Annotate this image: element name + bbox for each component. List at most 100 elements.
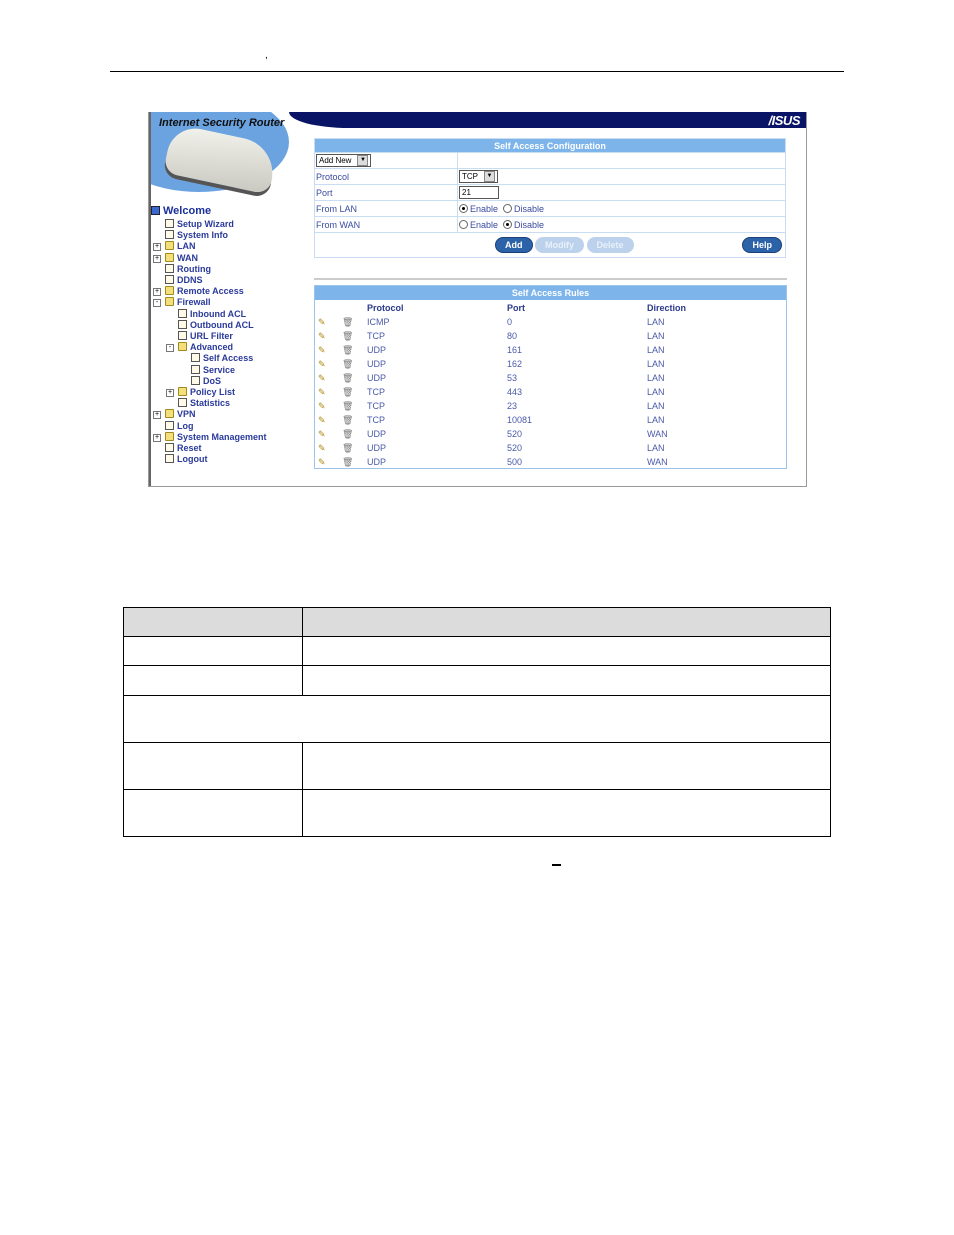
rule-direction: LAN [647, 443, 665, 453]
page-icon [165, 230, 174, 240]
add-button[interactable]: Add [495, 237, 533, 253]
sidebar-item-label: VPN [177, 409, 196, 420]
sidebar-item-label: Reset [177, 443, 202, 453]
page-icon [191, 364, 200, 374]
sidebar-item-policy-list[interactable]: Policy List [178, 387, 235, 398]
sidebar-item-setup-wizard[interactable]: Setup Wizard [165, 219, 234, 230]
trash-icon[interactable]: 🗑 [342, 443, 353, 454]
sidebar-item-lan[interactable]: LAN [165, 241, 196, 252]
mode-select-value: Add New [319, 156, 352, 165]
disable-label: Disable [514, 219, 545, 230]
sidebar-item-statistics[interactable]: Statistics [178, 398, 230, 409]
from-lan-enable-radio[interactable] [459, 203, 468, 213]
top-banner: /ISUS [289, 112, 806, 128]
delete-button[interactable]: Delete [586, 237, 634, 253]
pencil-icon[interactable]: ✎ [318, 443, 326, 454]
trash-icon[interactable]: 🗑 [342, 373, 353, 384]
rule-protocol: UDP [367, 345, 387, 355]
pencil-icon[interactable]: ✎ [318, 345, 326, 356]
rule-direction: LAN [647, 373, 665, 383]
page-icon [165, 219, 174, 228]
enable-label: Enable [470, 203, 499, 214]
document-page: , Internet Security Router /ISUS Welcome… [0, 0, 954, 1235]
port-input[interactable]: 21 [459, 186, 499, 199]
expand-icon[interactable]: + [153, 243, 161, 252]
modify-button[interactable]: Modify [535, 237, 585, 253]
sidebar-item-welcome[interactable]: Welcome [151, 206, 211, 217]
pencil-icon[interactable]: ✎ [318, 401, 326, 412]
table-cell [123, 742, 303, 790]
pencil-icon[interactable]: ✎ [318, 373, 326, 384]
sidebar-item-firewall[interactable]: Firewall [165, 297, 211, 308]
pencil-icon[interactable]: ✎ [318, 331, 326, 342]
from-lan-disable-radio[interactable] [503, 203, 513, 213]
pencil-icon[interactable]: ✎ [318, 317, 326, 328]
sidebar-item-routing[interactable]: Routing [165, 263, 211, 275]
sidebar-item-wan[interactable]: WAN [165, 252, 198, 264]
expand-icon[interactable]: + [153, 254, 161, 263]
rule-port: 520 [507, 429, 523, 439]
sidebar-item-system-management[interactable]: System Management [165, 431, 267, 443]
sidebar-item-outbound-acl[interactable]: Outbound ACL [178, 319, 254, 331]
protocol-label: Protocol [314, 168, 458, 185]
pencil-icon[interactable]: ✎ [318, 429, 326, 440]
from-wan-enable-radio[interactable] [459, 219, 468, 229]
pencil-icon[interactable]: ✎ [318, 359, 326, 370]
from-wan-disable-radio[interactable] [503, 219, 513, 229]
folder-icon [178, 342, 187, 352]
collapse-icon[interactable]: - [153, 299, 161, 308]
pencil-icon[interactable]: ✎ [318, 457, 326, 468]
rule-direction: LAN [647, 317, 665, 327]
table-cell [302, 789, 831, 837]
sidebar-item-log[interactable]: Log [165, 420, 194, 432]
sidebar-item-service[interactable]: Service [191, 364, 235, 376]
expand-icon[interactable]: + [153, 411, 161, 420]
page-icon [191, 375, 200, 385]
sidebar-item-label: DDNS [177, 275, 203, 285]
protocol-select[interactable]: TCP ▼ [459, 170, 498, 183]
sidebar-item-inbound-acl[interactable]: Inbound ACL [178, 308, 246, 320]
pencil-icon[interactable]: ✎ [318, 387, 326, 398]
rule-protocol: UDP [367, 443, 387, 453]
trash-icon[interactable]: 🗑 [342, 331, 353, 342]
port-label: Port [314, 184, 458, 201]
page-icon [178, 398, 187, 408]
sidebar-item-dos[interactable]: DoS [191, 375, 221, 387]
collapse-icon[interactable]: - [166, 344, 174, 353]
trash-icon[interactable]: 🗑 [342, 345, 353, 356]
rule-protocol: TCP [367, 415, 385, 425]
dropdown-arrow-icon: ▼ [357, 155, 369, 166]
sidebar-item-label: LAN [177, 241, 196, 252]
sidebar-item-advanced[interactable]: Advanced [178, 342, 233, 353]
trash-icon[interactable]: 🗑 [342, 359, 353, 370]
trash-icon[interactable]: 🗑 [342, 415, 353, 426]
mode-select[interactable]: Add New ▼ [316, 154, 372, 167]
sidebar-item-url-filter[interactable]: URL Filter [178, 331, 233, 342]
trash-icon[interactable]: 🗑 [342, 457, 353, 468]
table-header-cell [123, 607, 303, 637]
table-cell [302, 665, 831, 696]
expand-icon[interactable]: + [153, 288, 161, 297]
pencil-icon[interactable]: ✎ [318, 415, 326, 426]
sidebar-item-self-access[interactable]: Self Access [191, 353, 253, 364]
rule-port: 520 [507, 443, 523, 453]
trash-icon[interactable]: 🗑 [342, 429, 353, 440]
trash-icon[interactable]: 🗑 [342, 387, 353, 398]
trash-icon[interactable]: 🗑 [342, 401, 353, 412]
dash-mark [552, 864, 561, 866]
sidebar-item-logout[interactable]: Logout [165, 454, 208, 465]
help-button[interactable]: Help [742, 237, 782, 253]
page-icon [165, 275, 174, 284]
protocol-value: TCP [462, 172, 478, 181]
sidebar-item-reset[interactable]: Reset [165, 443, 202, 454]
from-lan-label: From LAN [314, 200, 458, 217]
from-wan-label: From WAN [314, 216, 458, 233]
sidebar-item-vpn[interactable]: VPN [165, 409, 196, 420]
sidebar-item-remote-access[interactable]: Remote Access [165, 286, 244, 297]
sidebar-item-ddns[interactable]: DDNS [165, 275, 203, 286]
folder-icon [165, 286, 174, 296]
expand-icon[interactable]: + [153, 433, 161, 442]
trash-icon[interactable]: 🗑 [342, 317, 353, 328]
sidebar-item-system-info[interactable]: System Info [165, 230, 228, 241]
expand-icon[interactable]: + [166, 389, 174, 397]
